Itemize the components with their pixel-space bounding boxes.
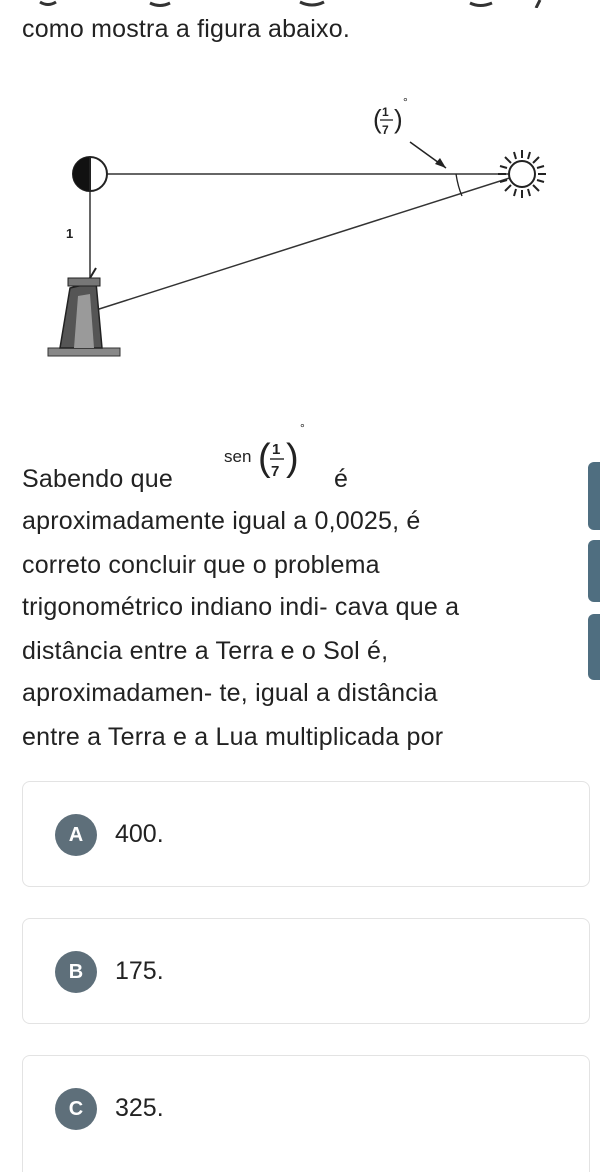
option-letter-badge: C (55, 1088, 97, 1130)
question-line-6: aproximadamen- te, igual a distância (22, 679, 438, 707)
option-letter-badge: B (55, 951, 97, 993)
svg-text:(: ( (373, 104, 382, 134)
observatory-icon (47, 267, 121, 357)
option-letter-badge: A (55, 814, 97, 856)
side-tab-2[interactable] (588, 540, 600, 602)
question-line-7: entre a Terra e a Lua multiplicada por (22, 723, 444, 751)
option-b[interactable]: B 175. (22, 918, 590, 1024)
side-label: 1 (66, 226, 73, 241)
intro-text: como mostra a figura abaixo. (22, 15, 350, 43)
question-line-1-end: é (334, 465, 349, 493)
svg-text:(: ( (258, 437, 271, 479)
question-line-2: aproximadamente igual a 0,0025, é (22, 507, 421, 535)
earth-sun-line (95, 173, 523, 311)
svg-text:1: 1 (272, 441, 280, 458)
option-text: 400. (115, 820, 164, 848)
sun-icon (498, 150, 546, 198)
svg-text:7: 7 (271, 463, 279, 480)
option-text: 325. (115, 1094, 164, 1122)
svg-text:1: 1 (382, 105, 389, 119)
trig-figure: 1 (1 7) ° (47, 95, 546, 357)
question-line-5: distância entre a Terra e o Sol é, (22, 637, 389, 665)
svg-text:°: ° (403, 95, 408, 109)
clipped-previous-line (0, 0, 600, 8)
svg-text:7: 7 (382, 123, 389, 137)
angle-arc (455, 173, 463, 197)
option-a[interactable]: A 400. (22, 781, 590, 887)
side-tab-3[interactable] (588, 614, 600, 680)
question-line-4: trigonométrico indiano indi- cava que a (22, 593, 460, 621)
angle-label: ( 1 7 ) ° (373, 95, 408, 137)
moon-icon (72, 156, 108, 192)
option-c[interactable]: C 325. (22, 1055, 590, 1172)
sen-formula: sen ( 1 7 ) ° (224, 421, 305, 480)
option-text: 175. (115, 957, 164, 985)
side-tab-1[interactable] (588, 462, 600, 530)
svg-text:): ) (286, 437, 299, 479)
svg-text:sen: sen (224, 447, 251, 466)
svg-text:): ) (394, 104, 403, 134)
svg-text:°: ° (300, 421, 305, 435)
question-line-3: correto concluir que o problema (22, 551, 380, 579)
